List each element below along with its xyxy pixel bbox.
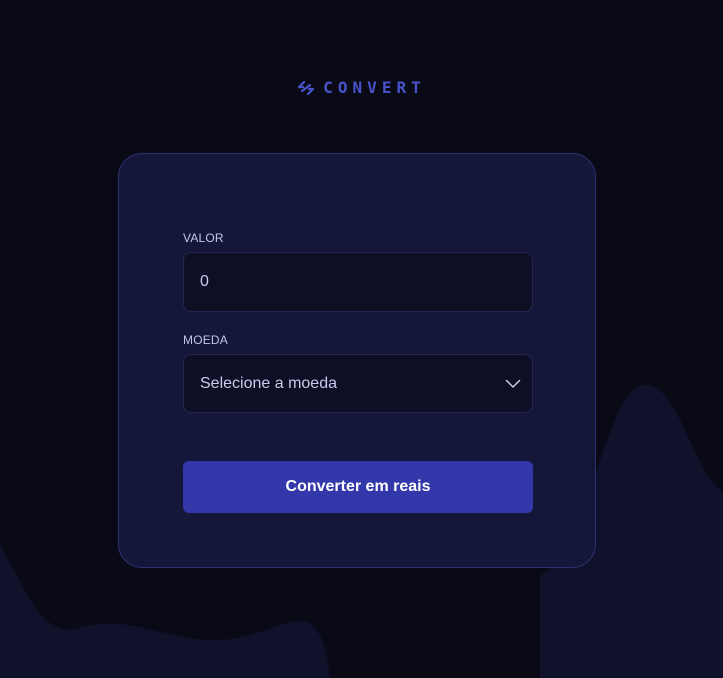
converter-card: VALOR 0 MOEDA Selecione a moeda Converte… (118, 153, 596, 568)
amount-label: VALOR (183, 231, 224, 245)
currency-label: MOEDA (183, 333, 229, 347)
brand-logo: CONVERT (0, 78, 723, 97)
chevron-down-icon (505, 379, 521, 388)
currency-select-value: Selecione a moeda (200, 374, 337, 392)
brand-name: CONVERT (323, 78, 426, 97)
amount-input-value: 0 (200, 273, 209, 290)
convert-button[interactable]: Converter em reais (183, 461, 533, 513)
amount-input[interactable]: 0 (183, 252, 533, 312)
currency-select[interactable]: Selecione a moeda (183, 354, 533, 413)
convert-button-label: Converter em reais (285, 478, 431, 495)
convert-arrows-icon (298, 80, 315, 95)
